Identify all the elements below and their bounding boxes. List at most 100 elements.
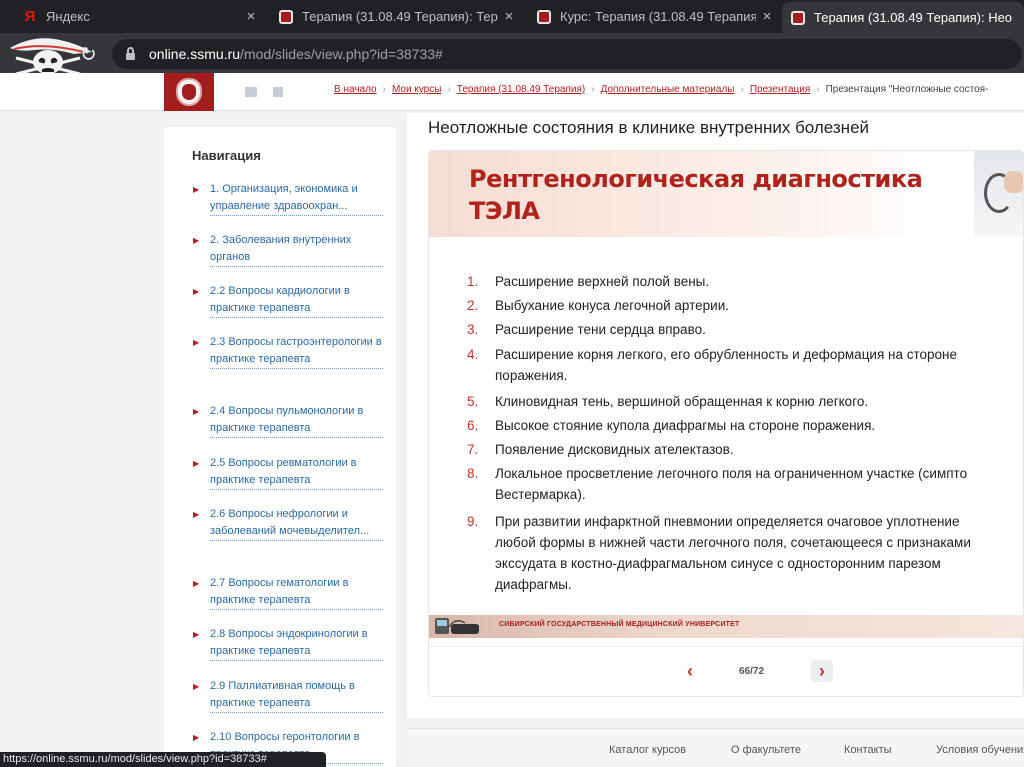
slide-footer: СИБИРСКИЙ ГОСУДАРСТВЕННЫЙ МЕДИЦИНСКИЙ УН… bbox=[429, 615, 1023, 638]
grid-icon[interactable] bbox=[273, 87, 283, 97]
mail-icon[interactable] bbox=[245, 87, 257, 97]
breadcrumb-current: Презентация "Неотложные состоя- bbox=[825, 84, 989, 95]
nav-item-2-5[interactable]: ▶ 2.5 Вопросы ревматологии в практике тер… bbox=[193, 455, 383, 490]
nav-item-label[interactable]: 2.2 Вопросы кардиологии в практике терап… bbox=[210, 283, 383, 318]
list-item: 2. Выбухание конуса легочной артерии. bbox=[467, 295, 1023, 316]
bullet-icon: ▶ bbox=[193, 236, 200, 245]
breadcrumb-separator: › bbox=[447, 84, 451, 95]
list-text: Расширение корня легкого, его обрубленно… bbox=[495, 347, 958, 383]
bullet-icon: ▶ bbox=[193, 630, 200, 639]
url-field[interactable]: online.ssmu.ru/mod/slides/view.php?id=38… bbox=[112, 39, 1022, 69]
list-number: 1. bbox=[467, 274, 479, 289]
university-crest-icon bbox=[536, 9, 552, 25]
slide-counter: 66/72 bbox=[739, 666, 765, 677]
nav-item-2[interactable]: ▶ 2. Заболевания внутренних органов bbox=[193, 232, 383, 267]
doctor-stethoscope-image bbox=[974, 151, 1023, 237]
nav-item-label[interactable]: 2.9 Паллиативная помощь в практике терап… bbox=[210, 678, 383, 713]
bullet-icon: ▶ bbox=[193, 459, 200, 468]
footer-link-about[interactable]: О факультете bbox=[731, 744, 801, 756]
bullet-icon: ▶ bbox=[193, 579, 200, 588]
bullet-icon: ▶ bbox=[193, 682, 200, 691]
status-bar-url: https://online.ssmu.ru/mod/slides/view.p… bbox=[0, 752, 326, 767]
close-icon[interactable]: × bbox=[240, 8, 262, 25]
breadcrumb: В начало › Мои курсы › Терапия (31.08.49 Тер… bbox=[334, 84, 988, 95]
list-text: При развитии инфарктной пневмонии опреде… bbox=[495, 514, 971, 592]
close-icon[interactable]: × bbox=[498, 8, 520, 25]
list-text: Расширение верхней полой вены. bbox=[495, 274, 710, 289]
yandex-icon: Я bbox=[24, 8, 36, 25]
site-footer bbox=[407, 728, 1024, 767]
breadcrumb-separator: › bbox=[740, 84, 744, 95]
list-text: Клиновидная тень, вершиной обращенная к … bbox=[495, 394, 869, 409]
previous-slide-button[interactable]: ‹ bbox=[679, 660, 701, 682]
breadcrumb-materials[interactable]: Дополнительные материалы bbox=[601, 84, 735, 95]
footer-link-terms[interactable]: Условия обучения bbox=[936, 744, 1024, 756]
page-title: Неотложные состояния в клинике внутренни… bbox=[428, 118, 870, 137]
tab-title: Курс: Терапия (31.08.49 Терапия bbox=[560, 9, 756, 24]
url-path: /mod/slides/view.php?id=38733# bbox=[240, 46, 443, 62]
nav-item-2-6[interactable]: ▶ 2.6 Вопросы нефрологии и заболеваний мо… bbox=[193, 506, 383, 541]
medical-device-icon bbox=[435, 618, 479, 634]
nav-item-label[interactable]: 2.3 Вопросы гастроэнтерологии в практике… bbox=[210, 334, 383, 369]
list-text: Выбухание конуса легочной артерии. bbox=[495, 298, 729, 313]
lock-icon bbox=[126, 46, 135, 60]
navigation-sidebar bbox=[164, 127, 396, 767]
tab-title: Терапия (31.08.49 Терапия): Нео bbox=[814, 10, 1013, 25]
bullet-icon: ▶ bbox=[193, 407, 200, 416]
bullet-icon: ▶ bbox=[193, 287, 200, 296]
nav-item-2-9[interactable]: ▶ 2.9 Паллиативная помощь в практике тера… bbox=[193, 678, 383, 713]
nav-item-label[interactable]: 2.4 Вопросы пульмонологии в практике тер… bbox=[210, 403, 383, 438]
breadcrumb-separator: › bbox=[816, 84, 820, 95]
university-crest-icon bbox=[790, 10, 806, 26]
list-text: Локальное просветление легочного поля на… bbox=[495, 466, 968, 502]
tab-title: Терапия (31.08.49 Терапия): Тер bbox=[302, 9, 498, 24]
list-number: 3. bbox=[467, 322, 479, 337]
nav-item-2-3[interactable]: ▶ 2.3 Вопросы гастроэнтерологии в практик… bbox=[193, 334, 383, 369]
nav-item-2-4[interactable]: ▶ 2.4 Вопросы пульмонологии в практике те… bbox=[193, 403, 383, 438]
breadcrumb-course[interactable]: Терапия (31.08.49 Терапия) bbox=[457, 84, 585, 95]
university-name: СИБИРСКИЙ ГОСУДАРСТВЕННЫЙ МЕДИЦИНСКИЙ УН… bbox=[499, 621, 740, 628]
university-logo[interactable] bbox=[164, 73, 214, 111]
list-item: 7. Появление дисковидных ателектазов. bbox=[467, 439, 1023, 460]
list-number: 2. bbox=[467, 298, 479, 313]
bullet-icon: ▶ bbox=[193, 185, 200, 194]
nav-item-label[interactable]: 2.7 Вопросы гематологии в практике терап… bbox=[210, 575, 383, 610]
tab-course-therapy[interactable]: Курс: Терапия (31.08.49 Терапия × bbox=[528, 0, 778, 33]
footer-link-catalog[interactable]: Каталог курсов bbox=[609, 744, 686, 756]
tab-therapy-1[interactable]: Терапия (31.08.49 Терапия): Тер × bbox=[270, 0, 520, 33]
navigation-title: Навигация bbox=[192, 148, 261, 163]
next-slide-button[interactable]: › bbox=[811, 660, 833, 682]
nav-item-2-8[interactable]: ▶ 2.8 Вопросы эндокринологии в практике т… bbox=[193, 626, 383, 661]
list-item: 6. Высокое стояние купола диафрагмы на ст… bbox=[467, 415, 1023, 436]
list-number: 9. bbox=[467, 514, 479, 529]
tab-therapy-active[interactable]: Терапия (31.08.49 Терапия): Нео bbox=[782, 2, 1024, 33]
tab-yandex[interactable]: Я Яндекс × bbox=[14, 0, 262, 33]
list-item: 4. Расширение корня легкого, его обрублен… bbox=[467, 344, 1023, 386]
nav-item-label[interactable]: 2.8 Вопросы эндокринологии в практике те… bbox=[210, 626, 383, 661]
nav-item-1[interactable]: ▶ 1. Организация, экономика и управление … bbox=[193, 181, 383, 216]
breadcrumb-home[interactable]: В начало bbox=[334, 84, 377, 95]
close-icon[interactable]: × bbox=[756, 8, 778, 25]
footer-link-contacts[interactable]: Контакты bbox=[844, 744, 892, 756]
list-number: 5. bbox=[467, 394, 479, 409]
list-item: 9. При развитии инфарктной пневмонии опре… bbox=[467, 511, 1023, 595]
list-number: 6. bbox=[467, 418, 479, 433]
nav-item-label[interactable]: 2.6 Вопросы нефрологии и заболеваний моч… bbox=[210, 506, 383, 541]
bullet-icon: ▶ bbox=[193, 338, 200, 347]
list-number: 4. bbox=[467, 347, 479, 362]
nav-item-label[interactable]: 2.5 Вопросы ревматологии в практике тера… bbox=[210, 455, 383, 490]
breadcrumb-my-courses[interactable]: Мои курсы bbox=[392, 84, 442, 95]
nav-item-label[interactable]: 1. Организация, экономика и управление з… bbox=[210, 181, 383, 216]
list-item: 5. Клиновидная тень, вершиной обращенная … bbox=[467, 391, 1023, 412]
slide-title-line1: Рентгенологическая диагностика bbox=[469, 165, 923, 193]
reload-icon[interactable]: ↻ bbox=[80, 42, 97, 67]
nav-item-2-7[interactable]: ▶ 2.7 Вопросы гематологии в практике тера… bbox=[193, 575, 383, 610]
tab-title: Яндекс bbox=[46, 9, 90, 24]
nav-item-2-2[interactable]: ▶ 2.2 Вопросы кардиологии в практике тера… bbox=[193, 283, 383, 318]
university-crest-icon bbox=[278, 9, 294, 25]
breadcrumb-presentation[interactable]: Презентация bbox=[750, 84, 810, 95]
list-text: Высокое стояние купола диафрагмы на стор… bbox=[495, 418, 876, 433]
list-item: 3. Расширение тени сердца вправо. bbox=[467, 319, 1023, 340]
nav-item-label[interactable]: 2. Заболевания внутренних органов bbox=[210, 232, 383, 267]
list-text: Появление дисковидных ателектазов. bbox=[495, 442, 734, 457]
